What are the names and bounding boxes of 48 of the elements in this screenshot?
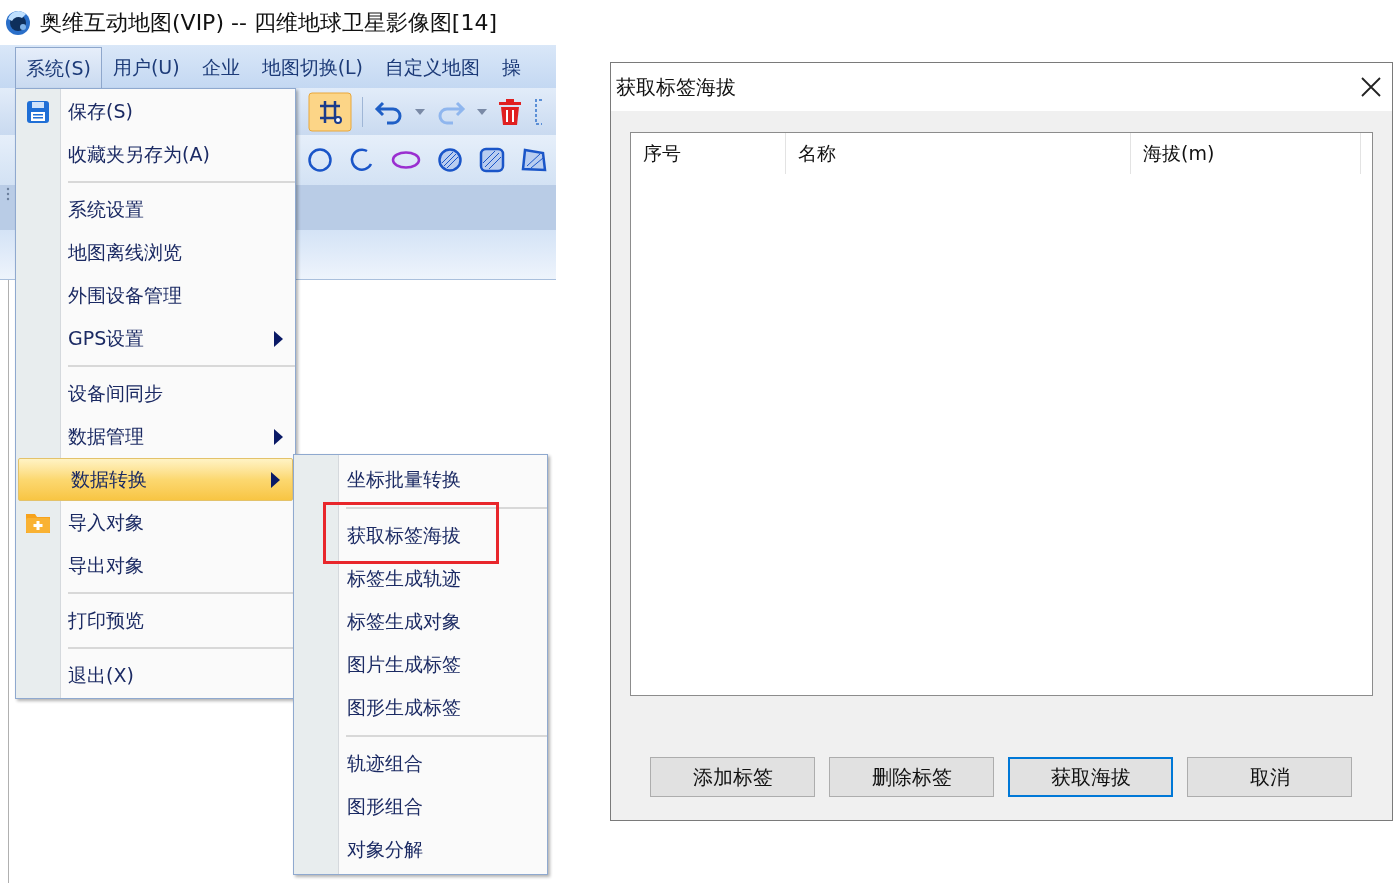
menu-bar-item[interactable]: 地图切换(L) (250, 47, 375, 88)
menu-bar-item[interactable]: 系统(S) (15, 47, 102, 88)
dashed-select-icon[interactable] (533, 97, 543, 126)
submenu-item[interactable]: 对象分解 (347, 835, 423, 864)
dialog-button[interactable]: 删除标签 (829, 757, 994, 797)
column-header[interactable]: 海拔(m) (1131, 133, 1361, 174)
node-edit-tool-icon[interactable] (308, 91, 352, 132)
menu-item[interactable]: 设备间同步 (16, 372, 295, 415)
hatched-polygon-icon[interactable] (521, 147, 547, 173)
window-title: 奥维互动地图(VIP) -- 四维地球卫星影像图[14] (40, 9, 497, 37)
submenu-item[interactable]: 图形组合 (347, 792, 423, 821)
dialog-button[interactable]: 取消 (1187, 757, 1352, 797)
dialog-button[interactable]: 获取海拔 (1008, 757, 1173, 797)
dropdown-caret-icon[interactable] (415, 107, 425, 116)
submenu-item[interactable]: 图形生成标签 (347, 693, 461, 722)
save-icon (25, 98, 51, 125)
menu-item[interactable]: GPS设置 (16, 317, 295, 360)
close-icon[interactable] (1360, 76, 1382, 98)
hatched-circle-icon[interactable] (437, 147, 463, 173)
submenu-item[interactable]: 轨迹组合 (347, 749, 423, 778)
submenu-item[interactable]: 图片生成标签 (347, 650, 461, 679)
column-header[interactable]: 名称 (786, 133, 1131, 174)
menu-item[interactable]: 数据管理 (16, 415, 295, 458)
menu-bar-item[interactable]: 用户(U) (101, 47, 191, 88)
toolbar-grip-icon[interactable] (6, 187, 10, 201)
app-logo-icon (4, 8, 32, 37)
menu-bar-item[interactable]: 自定义地图 (374, 47, 492, 88)
column-header[interactable]: 序号 (631, 133, 786, 174)
menu-item[interactable]: 数据转换 (18, 458, 293, 501)
dropdown-caret-icon[interactable] (477, 107, 487, 116)
arc-tool-icon[interactable] (349, 147, 375, 173)
submenu-item[interactable]: 坐标批量转换 (347, 465, 461, 494)
submenu-item[interactable]: 标签生成轨迹 (347, 564, 461, 593)
circle-tool-icon[interactable] (307, 147, 333, 173)
submenu-item[interactable]: 获取标签海拔 (347, 521, 461, 550)
menu-item[interactable]: 导出对象 (16, 544, 295, 587)
dialog-title: 获取标签海拔 (616, 74, 736, 101)
menu-bar-item[interactable]: 操 (491, 47, 533, 88)
menu-item[interactable]: 退出(X) (16, 654, 295, 697)
hatched-square-icon[interactable] (479, 147, 505, 173)
menu-item[interactable]: 导入对象 (16, 501, 295, 544)
ellipse-tool-icon[interactable] (391, 150, 421, 170)
menu-item[interactable]: 打印预览 (16, 599, 295, 642)
menu-item[interactable]: 外围设备管理 (16, 274, 295, 317)
menu-bar-item[interactable]: 企业 (190, 47, 251, 88)
submenu-item[interactable]: 标签生成对象 (347, 607, 461, 636)
delete-trash-icon[interactable] (497, 97, 523, 126)
dialog-button[interactable]: 添加标签 (650, 757, 815, 797)
